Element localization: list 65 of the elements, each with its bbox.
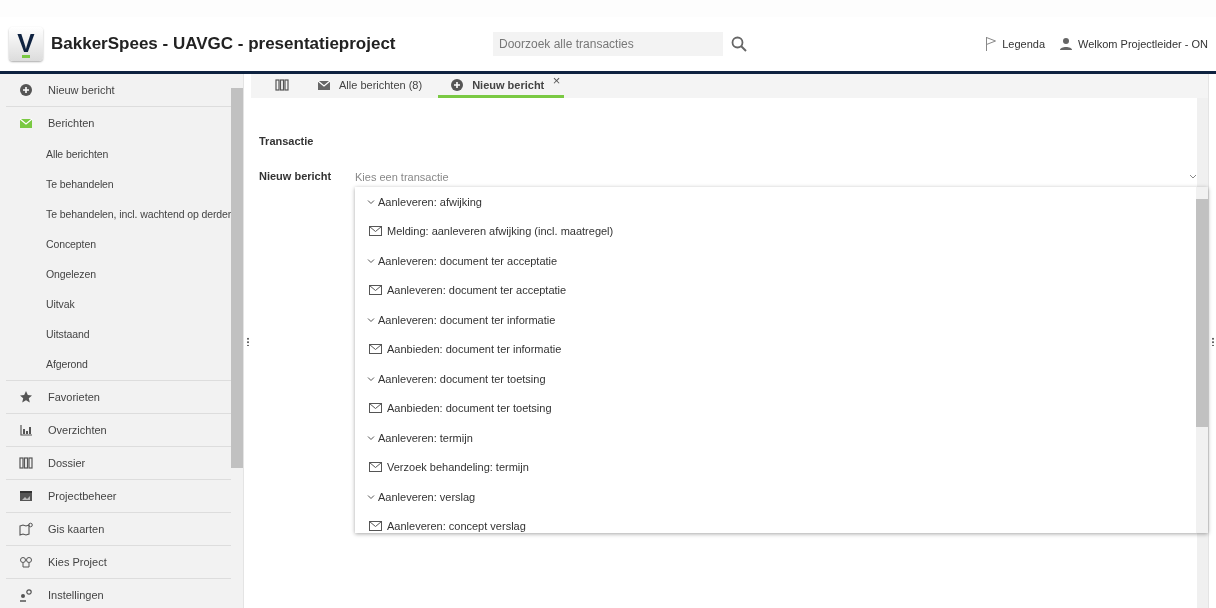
envelope-icon <box>369 403 382 414</box>
flag-icon <box>985 36 998 52</box>
map-pin-icon <box>19 522 33 536</box>
chevron-down-icon <box>367 492 375 501</box>
sidebar-item[interactable]: Nieuw bericht <box>6 74 231 107</box>
chevron-down-icon <box>367 433 375 442</box>
sidebar-item[interactable]: Berichten <box>6 107 231 139</box>
star-icon <box>19 390 33 404</box>
search-icon <box>731 36 747 52</box>
binders-icon <box>19 456 33 470</box>
plus-circle-icon <box>450 77 465 92</box>
location-pins-icon <box>19 555 33 569</box>
envelope-icon <box>369 462 382 473</box>
envelope-icon <box>19 116 33 130</box>
option-group[interactable]: Aanleveren: document ter informatie <box>355 305 1196 335</box>
option-group[interactable]: Aanleveren: termijn <box>355 423 1196 453</box>
sidebar-subitem[interactable]: Ongelezen <box>6 259 231 289</box>
option[interactable]: Aanbieden: document ter toetsing <box>355 393 1196 423</box>
search-button[interactable] <box>729 34 749 54</box>
field-label: Nieuw bericht <box>259 169 333 184</box>
option[interactable]: Aanleveren: document ter acceptatie <box>355 275 1196 305</box>
sidebar-subitem[interactable]: Uitvak <box>6 289 231 319</box>
envelope-icon <box>369 521 382 532</box>
option[interactable]: Aanbieden: document ter informatie <box>355 334 1196 364</box>
sidebar-subitem[interactable]: Alle berichten <box>6 139 231 169</box>
caret-icon <box>1189 174 1197 180</box>
app-title: BakkerSpees - UAVGC - presentatieproject <box>51 34 397 54</box>
user-link[interactable]: Welkom Projectleider - ON <box>1059 37 1208 51</box>
envelope-icon <box>369 344 382 355</box>
chevron-down-icon <box>367 374 375 383</box>
option-group[interactable]: Aanleveren: document ter acceptatie <box>355 246 1196 276</box>
scrollbar[interactable] <box>1197 98 1208 608</box>
option[interactable]: Melding: aanleveren afwijking (incl. maatregel) <box>355 216 1196 246</box>
chevron-down-icon <box>367 315 375 324</box>
sidebar-subitem[interactable]: Uitstaand <box>6 319 231 349</box>
sidebar-item[interactable]: Projectbeheer <box>6 480 231 513</box>
binders-icon <box>275 77 289 92</box>
close-button[interactable]: × <box>552 73 561 88</box>
sidebar-item[interactable]: Gis kaarten <box>6 513 231 546</box>
section-title: Transactie <box>259 135 315 149</box>
plus-circle-icon <box>19 83 33 97</box>
splitter-handle[interactable] <box>1208 74 1216 608</box>
scrollbar[interactable] <box>1196 187 1208 533</box>
chevron-down-icon <box>367 197 375 206</box>
splitter-handle[interactable] <box>243 74 251 608</box>
logo: V <box>9 27 43 61</box>
tab[interactable]: Alle berichten (8) <box>305 74 435 98</box>
search-field[interactable]: Doorzoek alle transacties <box>493 32 723 56</box>
option-group[interactable]: Aanleveren: document ter toetsing <box>355 364 1196 394</box>
sidebar-subitem[interactable]: Concepten <box>6 229 231 259</box>
envelope-icon <box>369 226 382 237</box>
envelope-icon <box>369 285 382 296</box>
select-field[interactable]: Kies een transactie <box>355 169 1197 185</box>
sidebar-subitem[interactable]: Afgerond <box>6 349 231 379</box>
chevron-down-icon <box>367 256 375 265</box>
person-icon <box>1059 37 1073 51</box>
legend-link[interactable]: Legenda <box>985 36 1045 52</box>
option-group[interactable]: Aanleveren: afwijking <box>355 187 1196 217</box>
option[interactable]: Verzoek behandeling: termijn <box>355 452 1196 482</box>
bar-chart-icon <box>19 423 33 437</box>
option-group[interactable]: Aanleveren: verslag <box>355 482 1196 512</box>
sidebar-item[interactable]: Dossier <box>6 447 231 480</box>
panel-icon <box>19 489 33 503</box>
sidebar-subitem[interactable]: Te behandelen <box>6 169 231 199</box>
option[interactable]: Aanleveren: concept verslag <box>355 511 1196 533</box>
